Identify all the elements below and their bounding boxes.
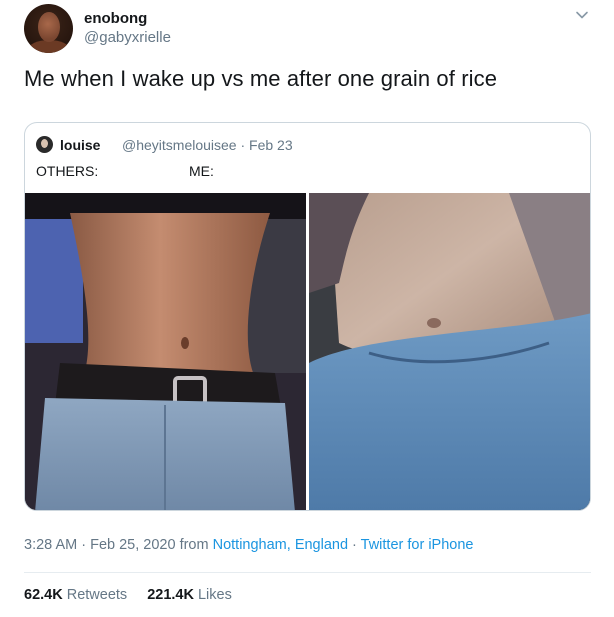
quoted-author-avatar [36,136,53,153]
avatar-face [38,12,60,42]
tweet-stats: 62.4K Retweets 221.4K Likes [24,587,232,603]
quoted-image-left[interactable] [25,193,306,510]
chevron-down-icon[interactable] [575,8,589,22]
photo-left-illustration [25,193,306,510]
quoted-tweet[interactable]: louise @heyitsmelouisee · Feb 23 OTHERS:… [24,122,591,511]
photo-right-illustration [309,193,590,510]
retweets-label: Retweets [66,587,128,603]
meta-separator: · [348,537,361,553]
quoted-text-left: OTHERS: [36,163,99,179]
author-avatar[interactable] [24,4,73,53]
likes-stat[interactable]: 221.4K Likes [147,587,232,603]
likes-label: Likes [197,587,232,603]
quoted-text-right: ME: [189,163,214,179]
quoted-author-meta: @heyitsmelouisee · Feb 23 [122,137,293,153]
tweet-timestamp[interactable]: 3:28 AM · Feb 25, 2020 from [24,537,213,553]
tweet-text: Me when I wake up vs me after one grain … [24,66,498,91]
tweet-location-link[interactable]: Nottingham, England [213,537,348,553]
quoted-author-name: louise [60,137,101,153]
quoted-image-right[interactable] [309,193,590,510]
author-handle[interactable]: @gabyxrielle [84,29,171,46]
tweet-source-link[interactable]: Twitter for iPhone [361,537,474,553]
retweets-count: 62.4K [24,587,63,603]
author-display-name[interactable]: enobong [84,10,147,27]
likes-count: 221.4K [147,587,194,603]
retweets-stat[interactable]: 62.4K Retweets [24,587,127,603]
tweet-meta: 3:28 AM · Feb 25, 2020 from Nottingham, … [24,537,473,553]
stats-divider [24,572,591,573]
